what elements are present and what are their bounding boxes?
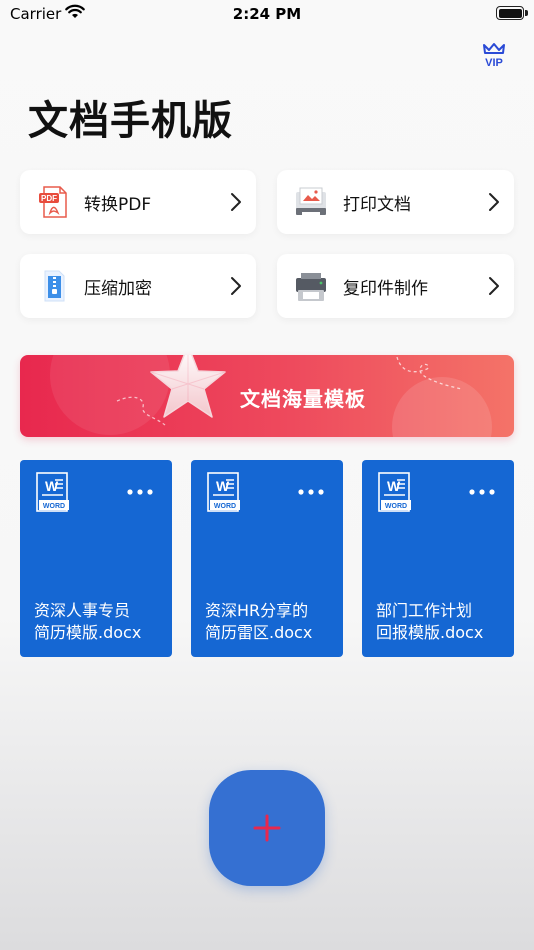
tool-label: 压缩加密 — [84, 279, 152, 299]
chevron-right-icon — [489, 193, 499, 211]
document-card[interactable]: W WORD 部门工作计划 回报模版.docx — [362, 460, 514, 657]
vip-badge-label: VIP — [485, 57, 503, 68]
star-icon — [150, 355, 226, 418]
document-card[interactable]: W WORD 资深人事专员 简历模版.docx — [20, 460, 172, 657]
word-document-icon: W WORD — [378, 472, 411, 512]
templates-banner[interactable]: 文档海量模板 — [20, 355, 514, 437]
tool-label: 转换PDF — [84, 195, 152, 215]
compress-encrypt-button[interactable]: 压缩加密 — [20, 254, 256, 318]
svg-text:PDF: PDF — [41, 194, 57, 203]
chevron-right-icon — [489, 277, 499, 295]
tool-label: 复印件制作 — [343, 279, 428, 299]
document-card[interactable]: W WORD 资深HR分享的 简历雷区.docx — [191, 460, 343, 657]
chevron-right-icon — [231, 277, 241, 295]
vip-crown-icon[interactable]: VIP — [480, 42, 508, 68]
zip-file-icon — [44, 270, 65, 302]
more-options-icon[interactable] — [297, 488, 325, 496]
more-options-icon[interactable] — [126, 488, 154, 496]
page-title: 文档手机版 — [28, 98, 233, 144]
chevron-right-icon — [231, 193, 241, 211]
plus-icon — [253, 814, 281, 842]
swirl-decoration — [396, 356, 463, 390]
document-name: 资深人事专员 简历模版.docx — [34, 601, 142, 642]
svg-text:WORD: WORD — [43, 503, 65, 510]
word-document-icon: W WORD — [207, 472, 240, 512]
more-options-icon[interactable] — [468, 488, 496, 496]
copy-making-button[interactable]: 复印件制作 — [277, 254, 514, 318]
print-document-button[interactable]: 打印文档 — [277, 170, 514, 234]
word-document-icon: W WORD — [36, 472, 69, 512]
convert-pdf-button[interactable]: PDF 转换PDF — [20, 170, 256, 234]
svg-text:WORD: WORD — [214, 503, 236, 510]
document-name: 部门工作计划 回报模版.docx — [376, 601, 484, 642]
battery-icon — [496, 6, 528, 20]
document-name: 资深HR分享的 简历雷区.docx — [205, 601, 313, 642]
add-button[interactable] — [209, 770, 325, 886]
pdf-icon: PDF — [39, 186, 67, 218]
banner-title: 文档海量模板 — [240, 387, 366, 411]
printer-icon — [296, 273, 326, 301]
status-bar: Carrier 2:24 PM — [0, 0, 534, 28]
tool-label: 打印文档 — [343, 195, 411, 215]
status-time: 2:24 PM — [232, 5, 302, 23]
svg-text:WORD: WORD — [385, 503, 407, 510]
image-print-icon — [296, 187, 326, 217]
